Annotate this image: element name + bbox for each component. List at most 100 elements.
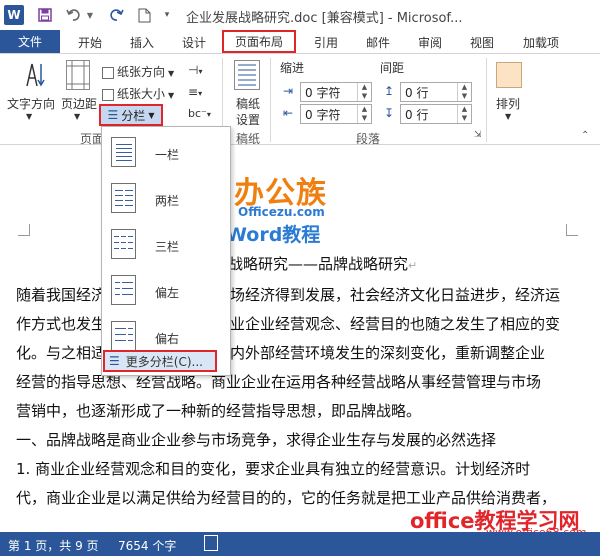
spacing-label: 间距 bbox=[380, 61, 405, 75]
document-line: 化。与之相适 bbox=[16, 344, 107, 362]
spacing-before-spinner-icon[interactable]: ▲ ▼ bbox=[457, 83, 471, 101]
undo-dropdown-icon[interactable]: ▼ bbox=[84, 5, 96, 25]
tab-page-layout[interactable]: 页面布局 bbox=[222, 30, 296, 53]
indent-right-spinner-icon[interactable]: ▲ ▼ bbox=[357, 105, 371, 123]
menu-item-two-columns[interactable]: 两栏 bbox=[102, 175, 230, 221]
menu-item-one-column[interactable]: 一栏 bbox=[102, 129, 230, 175]
indent-left-value: 0 字符 bbox=[305, 85, 341, 100]
more-columns-button[interactable]: ☰ 更多分栏(C)... bbox=[103, 350, 217, 372]
two-columns-icon bbox=[111, 183, 136, 213]
proofing-icon[interactable] bbox=[204, 535, 218, 551]
indent-right-input[interactable]: 0 字符 ▲ ▼ bbox=[300, 104, 372, 124]
indent-right-value: 0 字符 bbox=[305, 107, 341, 122]
tab-view[interactable]: 视图 bbox=[462, 32, 502, 52]
tab-review[interactable]: 审阅 bbox=[410, 32, 450, 52]
paper-size-label: 纸张大小 bbox=[117, 87, 166, 101]
tab-mailings[interactable]: 邮件 bbox=[358, 32, 398, 52]
spacing-after-input[interactable]: 0 行 ▲ ▼ bbox=[400, 104, 472, 124]
margins-dropdown-icon: ▼ bbox=[74, 112, 81, 121]
paper-size-icon bbox=[102, 88, 114, 101]
margin-corner-mark bbox=[566, 224, 578, 236]
menu-item-left[interactable]: 偏左 bbox=[102, 267, 230, 313]
document-title: 战略研究——品牌战略研究↵ bbox=[228, 253, 417, 274]
line-numbers-button[interactable]: ≡▾ bbox=[188, 85, 202, 99]
columns-dropdown-icon: ▼ bbox=[148, 110, 155, 120]
margins-icon bbox=[66, 60, 90, 90]
collapse-ribbon-icon[interactable]: ⌃ bbox=[581, 130, 589, 141]
ribbon: 文字方向 ▼ 页边距 ▼ 纸张方向 ▼ 纸张大小 ▼ ⊣▾ ≡▾ bc⁻▾ 页面 稿… bbox=[0, 53, 600, 146]
watermark-course: Word教程 bbox=[226, 224, 321, 246]
columns-dropdown-menu: 一栏 两栏 三栏 偏左 偏右 bbox=[101, 126, 231, 376]
indent-left-input[interactable]: 0 字符 ▲ ▼ bbox=[300, 82, 372, 102]
tab-file[interactable]: 文件 bbox=[0, 30, 60, 53]
one-column-label: 一栏 bbox=[155, 148, 180, 162]
more-columns-label: 更多分栏(C)... bbox=[125, 354, 203, 369]
paragraph-mark-icon: ↵ bbox=[408, 259, 418, 272]
document-line: 一、品牌战略是商业企业参与市场竞争，求得企业生存与发展的必然选择 bbox=[16, 431, 497, 449]
save-icon[interactable] bbox=[36, 5, 54, 25]
page-count[interactable]: 第 1 页，共 9 页 bbox=[8, 537, 99, 554]
right-column-label: 偏右 bbox=[155, 332, 180, 346]
columns-icon: ☰ bbox=[107, 108, 119, 122]
window-title: 企业发展战略研究.doc [兼容模式] - Microsof... bbox=[186, 11, 463, 26]
more-columns-icon: ☰ bbox=[109, 354, 120, 368]
document-line-tail: 内外部经营环境发生的深刻变化，重新调整企业 bbox=[230, 344, 546, 362]
tab-insert[interactable]: 插入 bbox=[122, 32, 162, 52]
group-label-paragraph: 段落 bbox=[356, 132, 381, 146]
line-numbers-icon: ≡ bbox=[188, 85, 199, 99]
word-count[interactable]: 7654 个字 bbox=[118, 537, 176, 554]
paper-size-dropdown-icon: ▼ bbox=[168, 91, 175, 100]
manuscript-icon bbox=[234, 60, 260, 90]
tab-addins[interactable]: 加载项 bbox=[516, 32, 566, 52]
undo-icon[interactable] bbox=[64, 5, 82, 25]
manuscript-label: 稿纸 bbox=[236, 97, 261, 111]
menu-item-three-columns[interactable]: 三栏 bbox=[102, 221, 230, 267]
right-column-icon bbox=[111, 321, 136, 351]
spacing-before-icon: ↥ bbox=[384, 84, 395, 98]
hyphenation-button[interactable]: bc⁻▾ bbox=[188, 107, 211, 120]
three-columns-icon bbox=[111, 229, 136, 259]
left-column-icon bbox=[111, 275, 136, 305]
indent-right-icon: ⇤ bbox=[283, 106, 294, 120]
document-title-text: 战略研究——品牌战略研究 bbox=[228, 255, 409, 273]
document-line: 1. 商业企业经营观念和目的变化，要求企业具有独立的经营意识。计划经济时 bbox=[16, 460, 531, 478]
word-app-icon[interactable]: W bbox=[4, 5, 24, 25]
arrange-dropdown-icon: ▼ bbox=[505, 112, 512, 121]
breaks-button[interactable]: ⊣▾ bbox=[188, 63, 202, 77]
paper-size-button[interactable]: 纸张大小 ▼ bbox=[102, 85, 174, 102]
orientation-dropdown-icon: ▼ bbox=[168, 69, 175, 78]
manuscript-setup-label: 设置 bbox=[236, 113, 261, 127]
document-line: 经营的指导思想、经营战略。商业企业在运用各种经营战略从事经营管理与市场 bbox=[16, 373, 542, 391]
orientation-icon bbox=[102, 66, 114, 79]
document-line-tail: 业企业经营观念、经营目的也随之发生了相应的变 bbox=[230, 315, 561, 333]
columns-button[interactable]: ☰ 分栏 ▼ bbox=[99, 104, 163, 126]
orientation-button[interactable]: 纸张方向 ▼ bbox=[102, 63, 174, 80]
text-direction-icon bbox=[24, 60, 46, 90]
line-numbers-dropdown-icon: ▾ bbox=[198, 89, 203, 98]
two-columns-label: 两栏 bbox=[155, 194, 180, 208]
arrange-label: 排列 bbox=[496, 97, 521, 111]
document-line: 营销中，也逐渐形成了一种新的经营指导思想，即品牌战略。 bbox=[16, 402, 422, 420]
customize-qat-icon[interactable]: ▾ bbox=[160, 5, 174, 25]
indent-left-spinner-icon[interactable]: ▲ ▼ bbox=[357, 83, 371, 101]
tab-home[interactable]: 开始 bbox=[70, 32, 110, 52]
spacing-before-value: 0 行 bbox=[405, 85, 429, 100]
one-column-icon bbox=[111, 137, 136, 167]
indent-left-icon: ⇥ bbox=[283, 84, 294, 98]
spacing-before-input[interactable]: 0 行 ▲ ▼ bbox=[400, 82, 472, 102]
redo-icon[interactable] bbox=[108, 5, 126, 25]
document-line: 作方式也发生 bbox=[16, 315, 107, 333]
document-line: 随着我国经济 bbox=[16, 286, 107, 304]
tab-references[interactable]: 引用 bbox=[306, 32, 346, 52]
group-label-manuscript: 稿纸 bbox=[236, 132, 261, 146]
ribbon-tab-bar: 文件 开始 插入 设计 页面布局 引用 邮件 审阅 视图 加载项 bbox=[0, 30, 600, 53]
tab-design[interactable]: 设计 bbox=[174, 32, 214, 52]
ribbon-separator bbox=[486, 58, 487, 142]
spacing-after-spinner-icon[interactable]: ▲ ▼ bbox=[457, 105, 471, 123]
paragraph-dialog-launcher-icon[interactable]: ⇲ bbox=[474, 130, 482, 140]
text-direction-label: 文字方向 bbox=[7, 97, 56, 111]
arrange-icon bbox=[496, 62, 522, 88]
orientation-label: 纸张方向 bbox=[117, 65, 166, 79]
margins-label: 页边距 bbox=[61, 97, 98, 111]
new-document-icon[interactable] bbox=[136, 5, 152, 25]
